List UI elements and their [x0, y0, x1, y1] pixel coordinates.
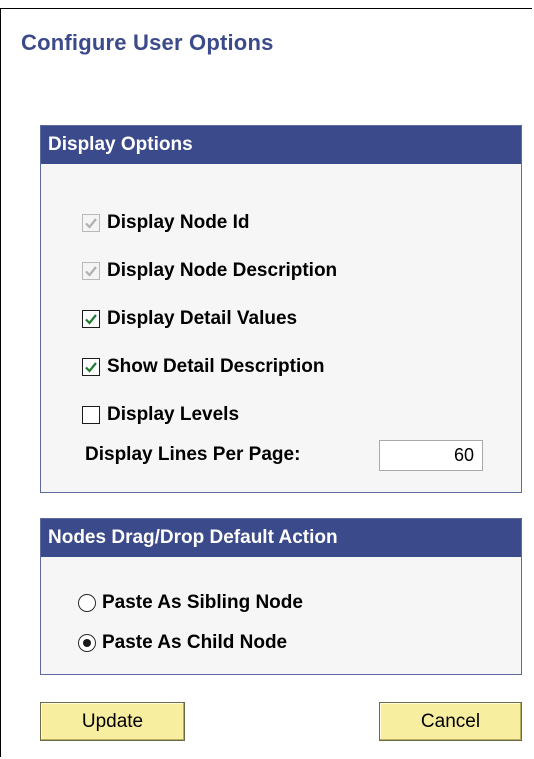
paste-as-sibling-option: Paste As Sibling Node [78, 590, 303, 616]
display-detail-values-option: Display Detail Values [82, 306, 297, 332]
display-node-id-option: Display Node Id [82, 210, 250, 236]
display-options-header: Display Options [41, 126, 521, 164]
page-title: Configure User Options [21, 30, 274, 55]
display-node-id-checkbox [82, 214, 100, 232]
display-detail-values-checkbox[interactable] [82, 310, 100, 328]
show-detail-description-checkbox[interactable] [82, 358, 100, 376]
lines-per-page-label: Display Lines Per Page: [85, 444, 301, 465]
display-levels-checkbox[interactable] [82, 406, 100, 424]
paste-as-sibling-label: Paste As Sibling Node [102, 592, 303, 613]
drag-drop-group: Nodes Drag/Drop Default Action Paste As … [40, 518, 522, 675]
cancel-button[interactable]: Cancel [379, 702, 522, 741]
lines-per-page-input[interactable] [379, 440, 483, 471]
display-node-description-label: Display Node Description [107, 260, 338, 281]
drag-drop-header: Nodes Drag/Drop Default Action [41, 519, 521, 557]
display-node-id-label: Display Node Id [107, 212, 250, 233]
paste-as-child-option: Paste As Child Node [78, 630, 287, 656]
radio-selected-dot [83, 639, 91, 647]
display-options-group: Display Options Display Node Id Display … [40, 125, 522, 493]
show-detail-description-label: Show Detail Description [107, 356, 325, 377]
paste-as-sibling-radio[interactable] [78, 594, 96, 612]
display-levels-label: Display Levels [107, 404, 240, 425]
paste-as-child-label: Paste As Child Node [102, 632, 288, 653]
paste-as-child-radio[interactable] [78, 634, 96, 652]
display-levels-option: Display Levels [82, 402, 239, 428]
show-detail-description-option: Show Detail Description [82, 354, 324, 380]
display-node-description-option: Display Node Description [82, 258, 337, 284]
update-button[interactable]: Update [40, 702, 185, 741]
display-detail-values-label: Display Detail Values [107, 308, 298, 329]
display-node-description-checkbox [82, 262, 100, 280]
